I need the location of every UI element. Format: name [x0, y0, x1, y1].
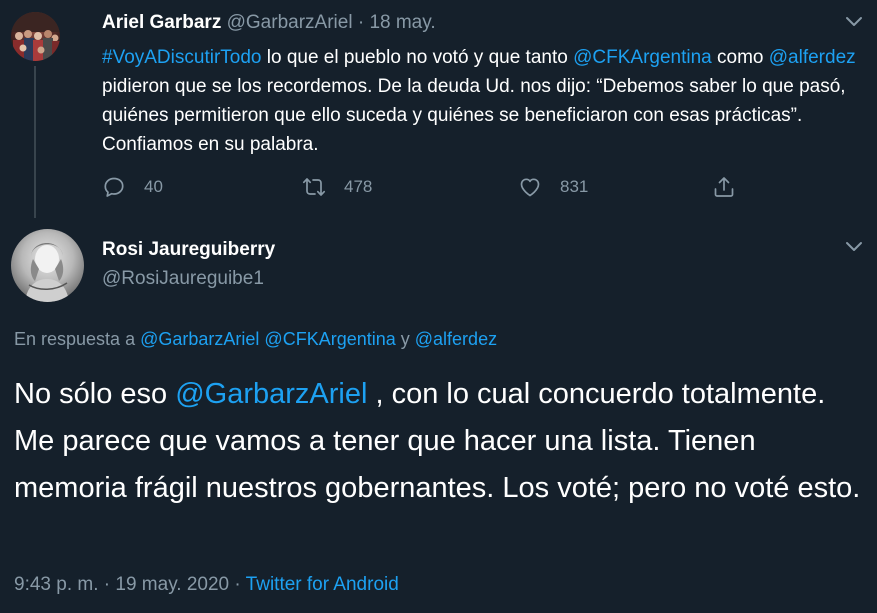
separator: ·: [229, 574, 246, 595]
share-button[interactable]: [712, 172, 736, 202]
tweet-header: Ariel Garbarz @GarbarzAriel · 18 may.: [102, 12, 436, 34]
tweet-time[interactable]: 9:43 p. m.: [14, 574, 99, 595]
chevron-down-icon[interactable]: [844, 239, 864, 255]
tweet-actions: 40 478 831: [102, 172, 762, 202]
avatar-image: [25, 243, 69, 302]
reply-count: 40: [144, 177, 163, 196]
tweet-date[interactable]: 18 may.: [369, 12, 435, 33]
separator: ·: [357, 12, 365, 33]
tweet-meta: 9:43 p. m. · 19 may. 2020 · Twitter for …: [14, 574, 399, 596]
tweet-full-date[interactable]: 19 may. 2020: [115, 574, 229, 595]
chevron-down-icon[interactable]: [844, 14, 864, 30]
author-name[interactable]: Rosi Jaureguiberry: [102, 239, 275, 261]
like-count: 831: [560, 177, 589, 196]
thread-line: [34, 66, 36, 218]
mention-link[interactable]: @CFKArgentina: [264, 329, 395, 349]
mention-link[interactable]: @GarbarzAriel: [140, 329, 259, 349]
mention-link[interactable]: @alferdez: [415, 329, 497, 349]
tweet-text: #VoyADiscutirTodo lo que el pueblo no vo…: [102, 43, 867, 159]
share-icon: [714, 177, 734, 197]
mention-link[interactable]: @GarbarzAriel: [175, 378, 367, 410]
tweet-text-part: No sólo eso: [14, 378, 176, 410]
reply-button[interactable]: 40: [102, 172, 163, 202]
reply-context-prefix: En respuesta a: [14, 329, 141, 349]
tweet-text: No sólo eso @GarbarzAriel , con lo cual …: [14, 371, 864, 512]
avatar[interactable]: [11, 12, 60, 61]
retweet-button[interactable]: 478: [302, 172, 372, 202]
separator: ·: [98, 574, 116, 595]
avatar[interactable]: [11, 229, 84, 302]
tweet-text-part: pidieron que se los recordemos. De la de…: [102, 76, 846, 155]
author-handle[interactable]: @GarbarzAriel: [227, 12, 353, 33]
parent-tweet[interactable]: Ariel Garbarz @GarbarzAriel · 18 may. #V…: [0, 0, 877, 225]
tweet-text-part: lo que el pueblo no votó y que tanto: [261, 47, 574, 68]
retweet-count: 478: [344, 177, 373, 196]
author-name[interactable]: Ariel Garbarz: [102, 12, 221, 33]
hashtag-link[interactable]: #VoyADiscutirTodo: [102, 47, 261, 68]
author-handle[interactable]: @RosiJaureguibe1: [102, 268, 264, 290]
reply-context-connector: y: [395, 329, 415, 349]
retweet-icon: [302, 178, 326, 196]
reply-context: En respuesta a @GarbarzAriel @CFKArgenti…: [14, 329, 497, 350]
mention-link[interactable]: @alferdez: [769, 47, 856, 68]
mention-link[interactable]: @CFKArgentina: [573, 47, 712, 68]
like-button[interactable]: 831: [518, 172, 588, 202]
reply-icon: [104, 177, 124, 197]
tweet-text-part: como: [711, 47, 769, 68]
avatar-image: [11, 12, 60, 61]
tweet-source-link[interactable]: Twitter for Android: [246, 574, 399, 595]
heart-icon: [520, 178, 540, 197]
